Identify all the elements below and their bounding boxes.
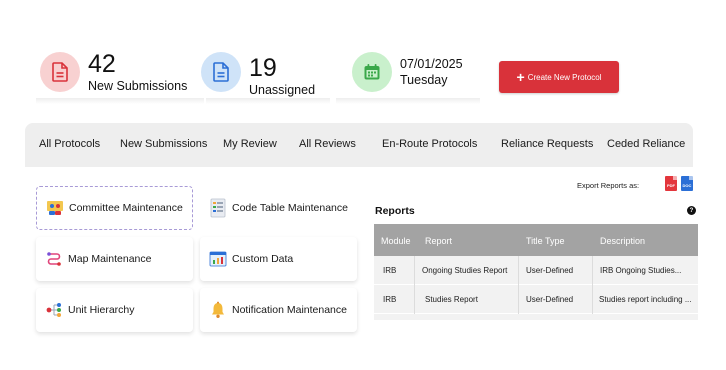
tile-label: Notification Maintenance	[232, 304, 347, 316]
column-divider	[414, 256, 415, 285]
card-shadow	[36, 98, 204, 104]
stat-card-unassigned[interactable]: 19 Unassigned	[201, 40, 315, 104]
tab-reliance-requests[interactable]: Reliance Requests	[501, 138, 593, 150]
card-shadow	[336, 98, 480, 104]
tile-label: Unit Hierarchy	[68, 304, 135, 316]
column-header-report[interactable]: Report	[425, 236, 452, 246]
column-divider	[518, 256, 519, 285]
document-icon	[201, 52, 241, 92]
tab-all-protocols[interactable]: All Protocols	[39, 138, 100, 150]
new-submissions-label: New Submissions	[88, 79, 188, 93]
cell-module: IRB	[383, 295, 397, 304]
cell-title-type: User-Defined	[526, 295, 574, 304]
tile-label: Custom Data	[232, 253, 294, 265]
column-divider	[592, 285, 593, 314]
card-shadow	[206, 98, 330, 104]
current-day: Tuesday	[400, 73, 448, 87]
tile-custom-data[interactable]: Custom Data	[200, 237, 357, 281]
committee-icon	[45, 198, 65, 218]
calendar-icon	[352, 52, 392, 92]
create-new-protocol-label: Create New Protocol	[527, 72, 602, 82]
custom-data-icon	[208, 249, 228, 269]
bell-icon	[208, 300, 228, 320]
help-icon[interactable]: ?	[687, 206, 696, 215]
reports-title: Reports	[375, 205, 415, 217]
protocol-tab-bar: All Protocols New Submissions My Review …	[25, 123, 693, 167]
document-icon	[40, 52, 80, 92]
tile-unit-hierarchy[interactable]: Unit Hierarchy	[36, 288, 193, 332]
code-table-icon	[208, 198, 228, 218]
stat-card-date: 07/01/2025 Tuesday	[352, 40, 463, 104]
hierarchy-icon	[44, 300, 64, 320]
column-header-description[interactable]: Description	[600, 236, 645, 246]
stat-card-new-submissions[interactable]: 42 New Submissions	[40, 40, 187, 104]
table-row[interactable]: IRB Studies Report User-Defined Studies …	[374, 285, 698, 314]
new-submissions-count: 42	[88, 50, 116, 78]
current-date: 07/01/2025	[400, 57, 463, 71]
cell-report[interactable]: Studies Report	[425, 295, 478, 304]
reports-table: Module Report Title Type Description IRB…	[374, 224, 698, 320]
tab-my-review[interactable]: My Review	[223, 138, 277, 150]
unassigned-count: 19	[249, 54, 277, 82]
cell-description: IRB Ongoing Studies...	[600, 266, 682, 275]
column-divider	[518, 285, 519, 314]
cell-report[interactable]: Ongoing Studies Report	[422, 266, 507, 275]
table-header: Module Report Title Type Description	[374, 224, 698, 256]
tile-code-table-maintenance[interactable]: Code Table Maintenance	[200, 186, 357, 230]
export-reports-label: Export Reports as:	[577, 181, 640, 190]
tile-label: Map Maintenance	[68, 253, 152, 265]
tile-label: Code Table Maintenance	[232, 202, 348, 214]
tile-map-maintenance[interactable]: Map Maintenance	[36, 237, 193, 281]
plus-icon: +	[516, 69, 525, 85]
cell-title-type: User-Defined	[526, 266, 574, 275]
cell-description: Studies report including ...	[599, 295, 692, 304]
tile-committee-maintenance[interactable]: Committee Maintenance	[36, 186, 193, 230]
tab-all-reviews[interactable]: All Reviews	[299, 138, 356, 150]
doc-export-icon[interactable]: DOC	[681, 176, 693, 191]
column-header-module[interactable]: Module	[381, 236, 411, 246]
pdf-export-icon[interactable]: PDF	[665, 176, 677, 191]
column-divider	[414, 285, 415, 314]
unassigned-label: Unassigned	[249, 83, 316, 97]
column-divider	[592, 256, 593, 285]
tab-new-submissions[interactable]: New Submissions	[120, 138, 207, 150]
tab-en-route-protocols[interactable]: En-Route Protocols	[382, 138, 477, 150]
column-header-title-type[interactable]: Title Type	[526, 236, 565, 246]
tab-ceded-reliance[interactable]: Ceded Reliance	[607, 138, 685, 150]
tile-notification-maintenance[interactable]: Notification Maintenance	[200, 288, 357, 332]
table-row[interactable]: IRB Ongoing Studies Report User-Defined …	[374, 256, 698, 285]
table-footer	[374, 314, 698, 320]
tile-label: Committee Maintenance	[69, 202, 183, 214]
cell-module: IRB	[383, 266, 397, 275]
create-new-protocol-button[interactable]: + Create New Protocol	[499, 61, 619, 93]
map-route-icon	[44, 249, 64, 269]
